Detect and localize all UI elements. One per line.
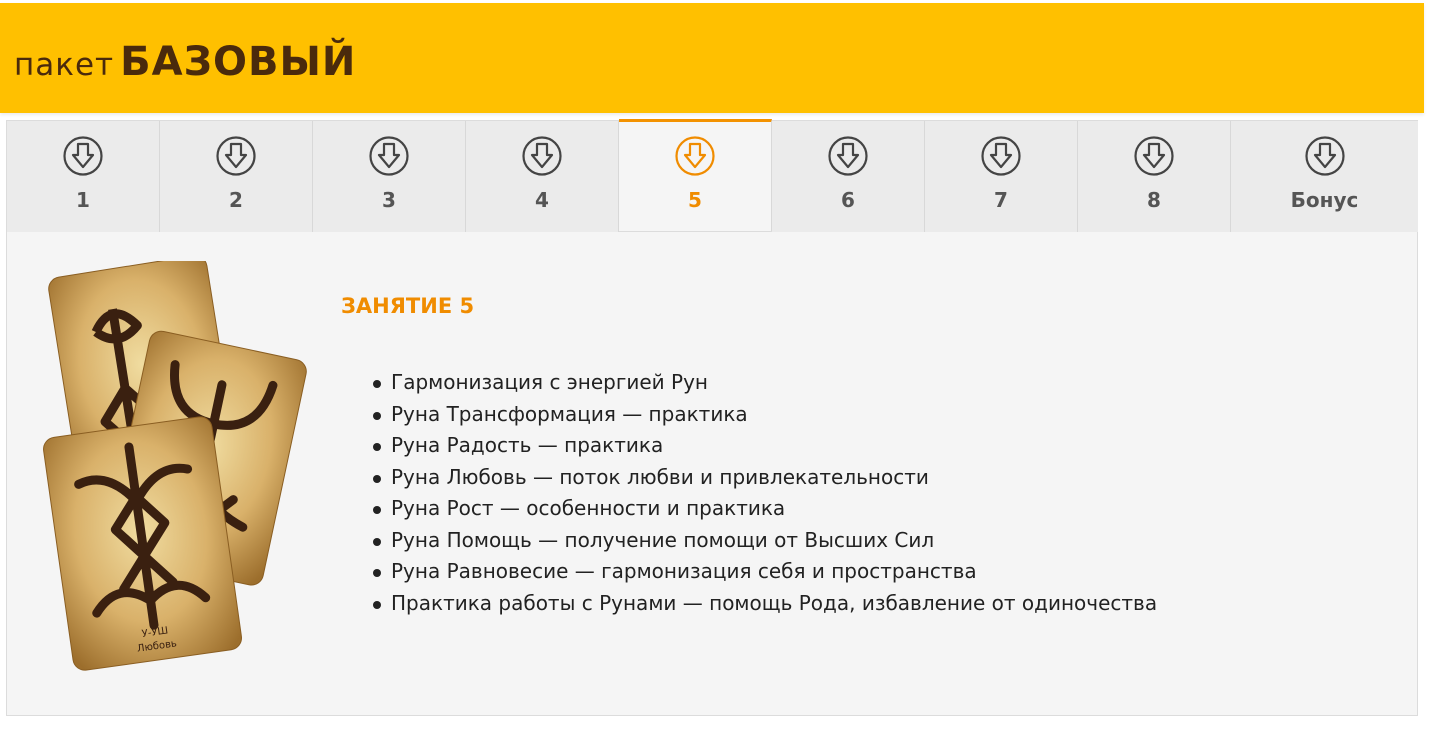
list-item: Практика работы с Рунами — помощь Рода, … bbox=[371, 588, 1157, 620]
bullet-icon bbox=[373, 411, 381, 420]
tab-label: 7 bbox=[994, 188, 1008, 212]
list-item: Руна Трансформация — практика bbox=[371, 399, 1157, 431]
topic-text: Руна Радость — практика bbox=[391, 433, 664, 457]
tab-label: 8 bbox=[1147, 188, 1161, 212]
lesson-tabs: 1 2 3 4 5 6 7 8 Бонус bbox=[7, 119, 1418, 232]
download-circle-icon bbox=[1304, 136, 1345, 176]
list-item: Руна Равновесие — гармонизация себя и пр… bbox=[371, 556, 1157, 588]
tab-lesson-8[interactable]: 8 bbox=[1078, 121, 1231, 232]
download-circle-icon bbox=[1134, 136, 1174, 176]
tab-lesson-7[interactable]: 7 bbox=[925, 121, 1078, 232]
topic-text: Руна Любовь — поток любви и привлекатель… bbox=[391, 464, 929, 489]
tab-lesson-1[interactable]: 1 bbox=[7, 121, 160, 232]
lessons-panel: 1 2 3 4 5 6 7 8 Бонус У-УШ Любовь ЗАНЯТИЕ 5 Га bbox=[6, 119, 1418, 716]
download-circle-icon bbox=[63, 136, 103, 176]
download-circle-icon bbox=[369, 136, 409, 176]
package-title-prefix: ПАКЕТ bbox=[14, 47, 115, 83]
bullet-icon bbox=[373, 569, 381, 577]
download-circle-icon bbox=[981, 136, 1021, 176]
rune-cards-image: У-УШ Любовь bbox=[43, 261, 307, 671]
list-item: Руна Любовь — поток любви и привлекатель… bbox=[371, 462, 1157, 494]
lesson-topics-list: Гармонизация с энергией Рун Руна Трансфор… bbox=[371, 367, 1157, 619]
bullet-icon bbox=[373, 537, 381, 546]
tab-label: 6 bbox=[841, 188, 855, 212]
list-item: Руна Помощь — получение помощи от Высших… bbox=[371, 525, 1157, 557]
topic-text: Руна Равновесие — гармонизация себя и пр… bbox=[391, 559, 977, 583]
package-title: ПАКЕТ БАЗОВЫЙ bbox=[14, 39, 356, 85]
tab-lesson-9[interactable]: Бонус bbox=[1231, 121, 1418, 232]
download-circle-icon bbox=[675, 136, 715, 176]
tab-lesson-5[interactable]: 5 bbox=[619, 119, 772, 231]
list-item: Руна Радость — практика bbox=[371, 430, 1157, 462]
bullet-icon bbox=[373, 443, 381, 451]
lesson-title: ЗАНЯТИЕ 5 bbox=[341, 294, 475, 318]
tab-label: 5 bbox=[688, 188, 702, 212]
bullet-icon bbox=[373, 506, 381, 514]
tab-lesson-3[interactable]: 3 bbox=[313, 121, 466, 232]
tab-lesson-4[interactable]: 4 bbox=[466, 121, 619, 232]
tab-lesson-2[interactable]: 2 bbox=[160, 121, 313, 232]
tab-label: 2 bbox=[229, 188, 243, 212]
list-item: Руна Рост — особенности и практика bbox=[371, 493, 1157, 525]
topic-text: Руна Помощь — получение помощи от Высших… bbox=[391, 527, 935, 552]
tab-label: 1 bbox=[76, 188, 90, 212]
package-banner: ПАКЕТ БАЗОВЫЙ bbox=[0, 3, 1424, 113]
bullet-icon bbox=[373, 600, 381, 609]
bullet-icon bbox=[373, 474, 381, 483]
package-title-name: БАЗОВЫЙ bbox=[120, 39, 357, 85]
topic-text: Практика работы с Рунами — помощь Рода, … bbox=[391, 590, 1158, 615]
download-circle-icon bbox=[828, 136, 868, 176]
download-circle-icon bbox=[216, 136, 256, 176]
topic-text: Руна Рост — особенности и практика bbox=[391, 496, 786, 520]
topic-text: Руна Трансформация — практика bbox=[391, 401, 748, 426]
download-circle-icon bbox=[522, 136, 562, 176]
tab-label: Бонус bbox=[1290, 188, 1359, 212]
tab-lesson-6[interactable]: 6 bbox=[772, 121, 925, 232]
topic-text: Гармонизация с энергией Рун bbox=[391, 370, 708, 394]
list-item: Гармонизация с энергией Рун bbox=[371, 367, 1157, 399]
tab-label: 4 bbox=[535, 188, 549, 212]
bullet-icon bbox=[373, 380, 381, 388]
tab-label: 3 bbox=[382, 188, 396, 212]
